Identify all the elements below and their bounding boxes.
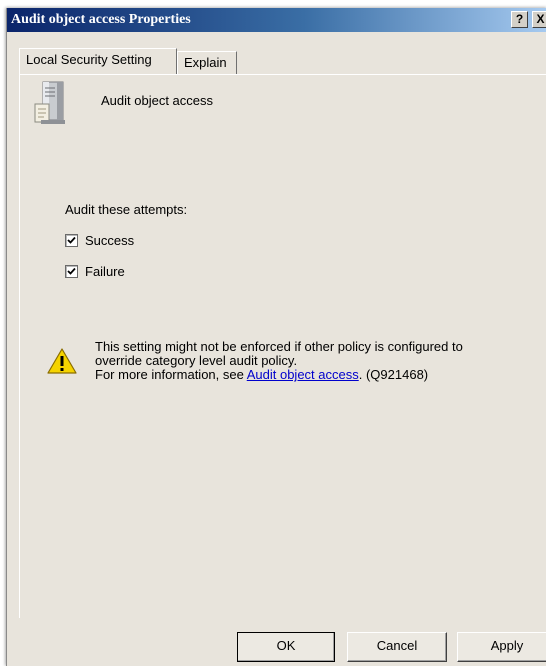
success-label: Success <box>85 233 135 248</box>
checkmark-icon <box>67 236 76 244</box>
audit-attempts-label: Audit these attempts: <box>65 202 188 217</box>
warning-icon <box>47 348 77 374</box>
window-title: Audit object access Properties <box>11 12 191 27</box>
server-icon <box>34 81 65 124</box>
checkmark-icon <box>67 267 76 275</box>
checkbox-box[interactable] <box>65 234 78 247</box>
policy-name: Audit object access <box>101 93 214 108</box>
ok-button[interactable]: OK <box>237 632 335 662</box>
help-button[interactable]: ? <box>511 11 528 28</box>
kb-reference: . (Q921468) <box>358 367 429 382</box>
apply-button[interactable]: Apply <box>457 632 546 662</box>
checkbox-box[interactable] <box>65 265 78 278</box>
warning-message: This setting might not be enforced if ot… <box>95 340 515 382</box>
close-icon: X <box>536 12 545 26</box>
warning-line-2: override category level audit policy. <box>95 353 298 368</box>
cancel-button[interactable]: Cancel <box>347 632 447 662</box>
failure-label: Failure <box>85 264 125 279</box>
title-bar[interactable]: Audit object access Properties ? X <box>7 8 546 32</box>
close-button[interactable]: X <box>532 11 546 28</box>
tab-local-security-setting[interactable]: Local Security Setting <box>19 48 177 74</box>
properties-dialog: Audit object access Properties ? X Local… <box>6 8 546 666</box>
audit-object-access-link[interactable]: Audit object access <box>247 367 359 382</box>
warning-line-1: This setting might not be enforced if ot… <box>95 339 463 354</box>
help-icon: ? <box>515 12 524 26</box>
more-info-prefix: For more information, see <box>95 367 247 382</box>
warning-line-3: For more information, see Audit object a… <box>95 368 515 382</box>
tab-explain[interactable]: Explain <box>177 51 237 74</box>
